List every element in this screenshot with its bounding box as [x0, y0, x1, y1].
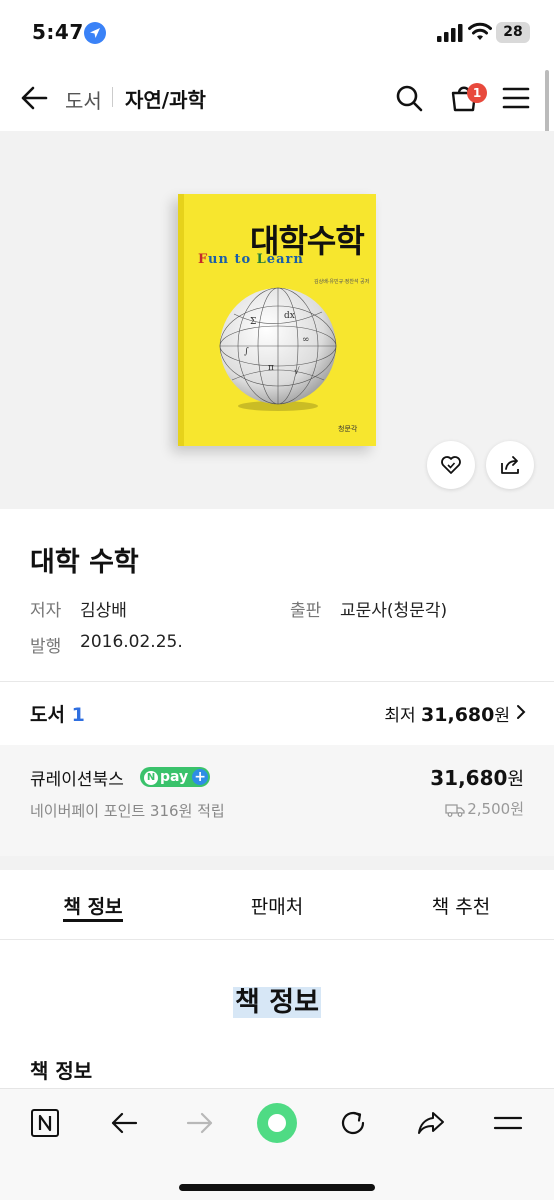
- stores-count: 1: [71, 704, 85, 726]
- section-divider: [0, 681, 554, 682]
- naver-n-icon: N: [144, 771, 158, 785]
- cover-publisher: 청문각: [338, 425, 358, 433]
- breadcrumb-current[interactable]: 자연/과학: [125, 84, 206, 113]
- tab-book-info[interactable]: 책 정보: [63, 892, 123, 919]
- breadcrumb-divider: [112, 87, 113, 107]
- seller-price: 31,680원: [430, 766, 524, 790]
- tab-recommendations[interactable]: 책 추천: [421, 892, 501, 919]
- npay-badge: Npay +: [140, 767, 211, 787]
- active-tab-indicator: [63, 919, 123, 922]
- publisher-value[interactable]: 교문사(청문각): [340, 596, 447, 621]
- naver-n-icon[interactable]: [29, 1107, 61, 1139]
- cart-count-badge: 1: [467, 83, 487, 103]
- status-time: 5:47: [32, 20, 84, 44]
- battery-indicator: 28: [496, 22, 530, 43]
- back-arrow-icon[interactable]: [18, 82, 50, 114]
- truck-icon: [445, 804, 465, 817]
- lowest-price-row[interactable]: 도서 1 최저 31,680원: [0, 700, 554, 730]
- svg-text:dx: dx: [284, 311, 295, 321]
- like-button[interactable]: [427, 441, 475, 489]
- green-home-icon[interactable]: [257, 1103, 297, 1143]
- book-spine: [178, 194, 184, 446]
- wifi-icon: [468, 22, 492, 40]
- naver-pay-points: 네이버페이 포인트 316원 적립: [30, 802, 225, 820]
- hamburger-menu-icon[interactable]: [502, 85, 530, 111]
- publisher-label: 출판: [290, 601, 322, 621]
- share-icon: [501, 456, 519, 474]
- refresh-icon[interactable]: [337, 1107, 369, 1139]
- share-icon[interactable]: [415, 1107, 447, 1139]
- math-globe-illustration: Σdx ∞ ∫ π √: [219, 287, 337, 411]
- svg-text:∫: ∫: [244, 347, 249, 357]
- cell-signal-icon: [437, 24, 463, 42]
- stores-title: 도서 1: [30, 704, 85, 726]
- svg-text:Σ: Σ: [250, 317, 256, 327]
- heart-icon: [441, 456, 461, 474]
- date-label: 발행: [30, 637, 62, 657]
- date-value: 2016.02.25.: [80, 632, 183, 652]
- section-subheading: 책 정보: [30, 1059, 93, 1083]
- cover-subtitle: Fun to Learn: [198, 252, 304, 267]
- location-arrow-icon: [84, 22, 106, 44]
- share-button[interactable]: [486, 441, 534, 489]
- chevron-right-icon: [517, 705, 526, 719]
- svg-text:π: π: [268, 363, 274, 373]
- tab-bar: 책 정보 판매처 책 추천: [0, 870, 554, 940]
- svg-text:√: √: [294, 366, 300, 377]
- svg-text:∞: ∞: [302, 335, 310, 345]
- home-indicator[interactable]: [179, 1184, 375, 1191]
- forward-arrow-icon[interactable]: [184, 1107, 216, 1139]
- top-nav-bar: 도서 자연/과학 1: [0, 70, 554, 128]
- seller-name: 큐레이션북스: [30, 770, 124, 790]
- browser-bottom-bar: [0, 1088, 554, 1200]
- shipping-fee: 2,500원: [445, 798, 524, 819]
- product-image-area: 대학수학 Fun to Learn 김상배·유민규·정찬석 공저 Σ dx ∞ …: [0, 131, 554, 509]
- seller-card[interactable]: 큐레이션북스 Npay + 네이버페이 포인트 316원 적립 31,680원 2…: [0, 745, 554, 856]
- section-heading: 책 정보: [233, 987, 321, 1018]
- lowest-price: 최저 31,680원: [384, 704, 510, 726]
- author-label: 저자: [30, 601, 62, 621]
- book-cover-image[interactable]: 대학수학 Fun to Learn 김상배·유민규·정찬석 공저 Σ dx ∞ …: [178, 194, 376, 446]
- back-arrow-icon[interactable]: [108, 1107, 140, 1139]
- plus-icon: +: [192, 769, 209, 785]
- tab-sellers[interactable]: 판매처: [237, 892, 317, 919]
- menu-icon[interactable]: [492, 1107, 524, 1139]
- search-icon[interactable]: [394, 83, 424, 113]
- section-gap: [0, 856, 554, 870]
- status-bar: 5:47 28: [0, 0, 554, 66]
- breadcrumb-root[interactable]: 도서: [65, 85, 102, 114]
- book-title: 대학 수학: [30, 547, 139, 578]
- author-value[interactable]: 김상배: [80, 596, 127, 621]
